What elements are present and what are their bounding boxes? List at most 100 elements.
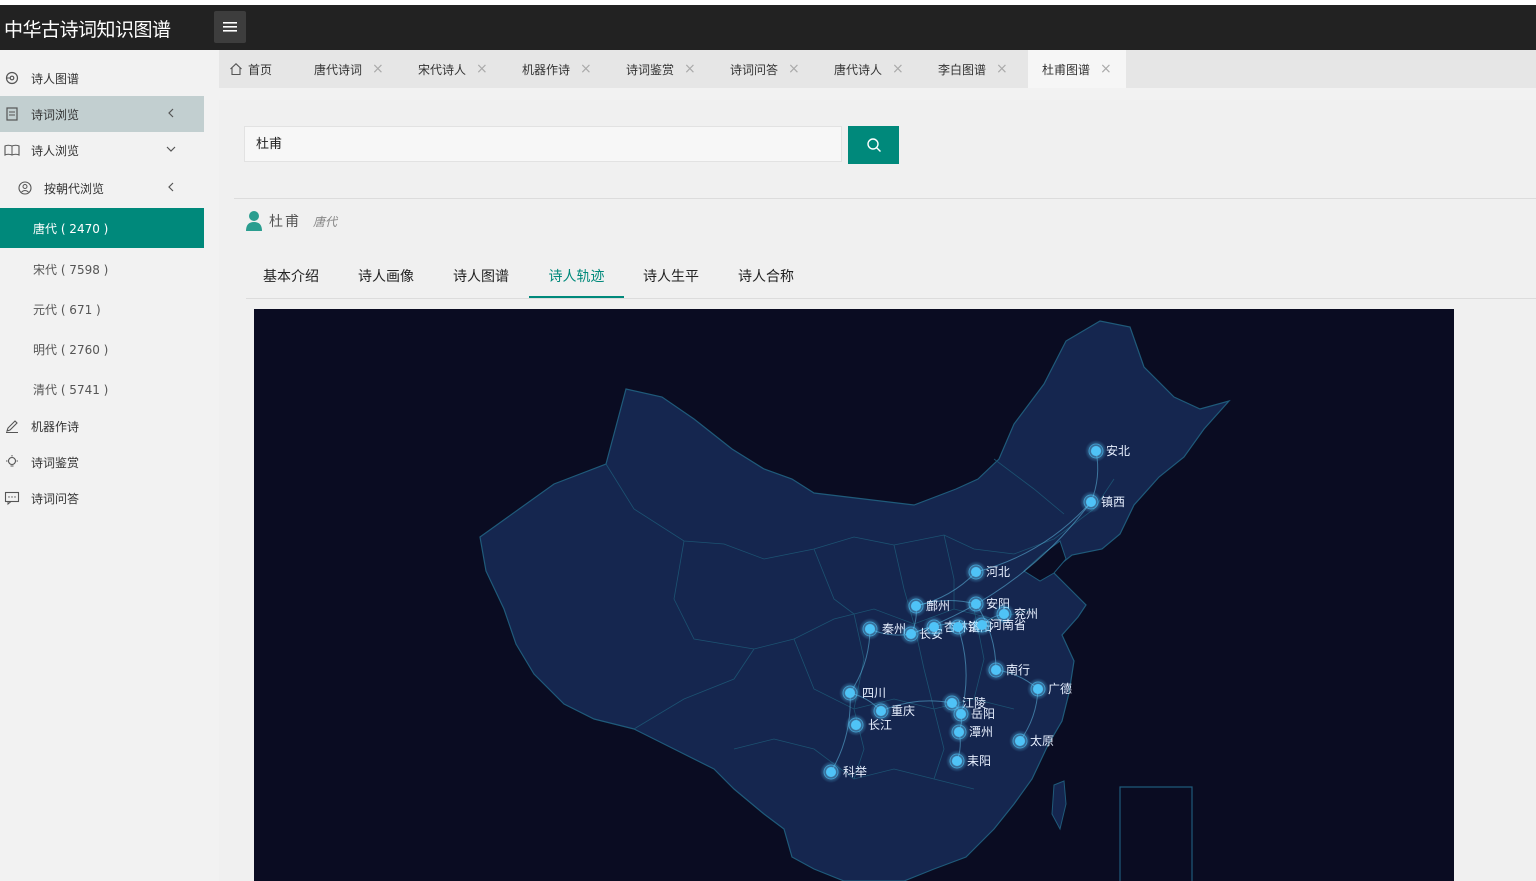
city-label: 岳阳 bbox=[971, 707, 995, 721]
tab-basic-intro[interactable]: 基本介绍 bbox=[246, 266, 336, 296]
close-icon[interactable]: × bbox=[476, 61, 488, 77]
home-icon bbox=[230, 63, 242, 76]
close-icon[interactable]: × bbox=[996, 61, 1008, 77]
close-icon[interactable]: × bbox=[372, 61, 384, 77]
sidebar-item-label: 机器作诗 bbox=[31, 419, 80, 434]
app-title: 中华古诗词知识图谱 bbox=[4, 19, 171, 41]
close-icon[interactable]: × bbox=[788, 61, 800, 77]
tab-label: 唐代诗人 bbox=[834, 62, 883, 77]
tab-appreciation[interactable]: 诗词鉴赏 × bbox=[626, 50, 696, 88]
tab-label: 李白图谱 bbox=[938, 62, 987, 77]
city-label: 广德 bbox=[1048, 681, 1072, 696]
search-icon bbox=[866, 138, 881, 152]
user-circle-icon bbox=[18, 181, 32, 195]
city-label: 河南省 bbox=[990, 617, 1026, 632]
city-label: 长江 bbox=[868, 718, 892, 732]
city-label: 鄜州 bbox=[926, 598, 950, 613]
tab-poet-portrait[interactable]: 诗人画像 bbox=[341, 266, 431, 296]
sidebar-item-qa[interactable]: 诗词问答 bbox=[0, 480, 204, 516]
sidebar-item-poet-browse[interactable]: 诗人浏览 bbox=[0, 132, 204, 168]
close-icon[interactable]: × bbox=[1100, 61, 1112, 77]
sidebar-item-label: 诗词浏览 bbox=[31, 107, 80, 122]
city-label: 河北 bbox=[986, 565, 1010, 579]
poet-header: 杜甫 唐代 bbox=[245, 210, 337, 232]
sidebar-item-label: 宋代 ( 7598 ) bbox=[33, 262, 109, 277]
tab-bar: 首页 唐代诗词 × 宋代诗人 × 机器作诗 × 诗词鉴赏 × 诗词问答 × 唐代… bbox=[219, 50, 1536, 88]
trajectory-map[interactable]: 安北镇西河北鄜州安阳兖州秦州长安杏林镇洛阳河南省南行广德四川重庆江陵岳阳长江潭州… bbox=[254, 309, 1454, 881]
city-label: 太原 bbox=[1030, 733, 1054, 748]
sidebar-item-by-dynasty[interactable]: 按朝代浏览 bbox=[0, 170, 204, 206]
tab-poet-graph[interactable]: 诗人图谱 bbox=[436, 266, 526, 296]
sidebar-item-ming[interactable]: 明代 ( 2760 ) bbox=[0, 330, 204, 368]
tab-label: 机器作诗 bbox=[522, 62, 571, 77]
chevron-down-icon bbox=[166, 146, 176, 152]
sidebar-item-label: 诗词问答 bbox=[31, 491, 80, 506]
sidebar-item-label: 诗人浏览 bbox=[31, 143, 80, 158]
graph-icon bbox=[5, 71, 19, 85]
sidebar-item-label: 元代 ( 671 ) bbox=[33, 302, 101, 317]
tab-label: 首页 bbox=[248, 62, 273, 77]
chevron-left-icon bbox=[168, 182, 174, 192]
pen-icon bbox=[6, 420, 18, 433]
close-icon[interactable]: × bbox=[684, 61, 696, 77]
book-icon bbox=[6, 107, 18, 121]
sidebar-item-tang[interactable]: 唐代 ( 2470 ) bbox=[0, 208, 204, 248]
taiwan bbox=[1051, 780, 1067, 831]
tab-home[interactable]: 首页 bbox=[229, 50, 272, 88]
bulb-icon bbox=[6, 455, 18, 467]
close-icon[interactable]: × bbox=[892, 61, 904, 77]
tab-machine-poem[interactable]: 机器作诗 × bbox=[522, 50, 592, 88]
sidebar-item-label: 按朝代浏览 bbox=[44, 181, 105, 196]
city-label: 南行 bbox=[1006, 662, 1030, 677]
map-land bbox=[479, 320, 1231, 881]
sidebar-item-poet-graph[interactable]: 诗人图谱 bbox=[0, 60, 204, 96]
city-label: 镇西 bbox=[1101, 495, 1125, 509]
chevron-left-icon bbox=[168, 108, 174, 118]
sidebar-item-label: 诗词鉴赏 bbox=[31, 455, 80, 470]
tab-poet-nicknames[interactable]: 诗人合称 bbox=[721, 266, 811, 296]
sidebar-item-label: 诗人图谱 bbox=[31, 71, 80, 86]
south-china-sea-inset bbox=[1119, 786, 1193, 881]
tab-song-poets[interactable]: 宋代诗人 × bbox=[418, 50, 488, 88]
close-icon[interactable]: × bbox=[580, 61, 592, 77]
tab-tang-poems[interactable]: 唐代诗词 × bbox=[314, 50, 384, 88]
tab-tang-poets[interactable]: 唐代诗人 × bbox=[834, 50, 904, 88]
sidebar-item-label: 清代 ( 5741 ) bbox=[33, 382, 109, 397]
poet-dynasty: 唐代 bbox=[313, 214, 338, 229]
search-input[interactable]: 杜甫 bbox=[244, 126, 842, 162]
city-label: 四川 bbox=[862, 686, 886, 700]
sidebar-item-appreciation[interactable]: 诗词鉴赏 bbox=[0, 444, 204, 480]
sidebar: 诗人图谱 诗词浏览 诗人浏览 按朝代浏览 唐代 ( 2470 ) 宋代 ( 75… bbox=[0, 50, 219, 881]
top-bar: 中华古诗词知识图谱 bbox=[0, 5, 1536, 50]
menu-toggle-button[interactable] bbox=[214, 11, 246, 43]
city-label: 潭州 bbox=[969, 725, 993, 739]
sidebar-item-qing[interactable]: 清代 ( 5741 ) bbox=[0, 370, 204, 408]
city-label: 耒阳 bbox=[967, 754, 991, 768]
sidebar-item-label: 明代 ( 2760 ) bbox=[33, 342, 109, 357]
china-map: 安北镇西河北鄜州安阳兖州秦州长安杏林镇洛阳河南省南行广德四川重庆江陵岳阳长江潭州… bbox=[479, 320, 1231, 881]
chat-icon bbox=[4, 491, 20, 506]
tab-poet-biography[interactable]: 诗人生平 bbox=[626, 266, 716, 296]
divider bbox=[246, 298, 1536, 299]
sidebar-item-label: 唐代 ( 2470 ) bbox=[33, 221, 109, 236]
sidebar-item-song[interactable]: 宋代 ( 7598 ) bbox=[0, 250, 204, 288]
user-icon bbox=[246, 211, 262, 231]
tab-libai-graph[interactable]: 李白图谱 × bbox=[938, 50, 1008, 88]
tab-poet-trajectory[interactable]: 诗人轨迹 bbox=[529, 266, 624, 298]
tab-label: 杜甫图谱 bbox=[1042, 62, 1091, 77]
tab-label: 诗词问答 bbox=[730, 62, 779, 77]
city-label: 科举 bbox=[843, 765, 867, 779]
divider bbox=[234, 198, 1536, 199]
search-button[interactable] bbox=[848, 126, 899, 164]
city-label: 安北 bbox=[1106, 443, 1130, 458]
tab-label: 宋代诗人 bbox=[418, 62, 467, 77]
sidebar-item-machine-poem[interactable]: 机器作诗 bbox=[0, 408, 204, 444]
tab-qa[interactable]: 诗词问答 × bbox=[730, 50, 800, 88]
open-book-icon bbox=[4, 144, 20, 156]
city-label: 重庆 bbox=[891, 704, 915, 718]
sidebar-item-poem-browse[interactable]: 诗词浏览 bbox=[0, 96, 204, 132]
sidebar-item-yuan[interactable]: 元代 ( 671 ) bbox=[0, 290, 204, 328]
tab-dufu-graph[interactable]: 杜甫图谱 × bbox=[1028, 50, 1126, 88]
tab-label: 唐代诗词 bbox=[314, 62, 363, 77]
tab-label: 诗词鉴赏 bbox=[626, 62, 675, 77]
